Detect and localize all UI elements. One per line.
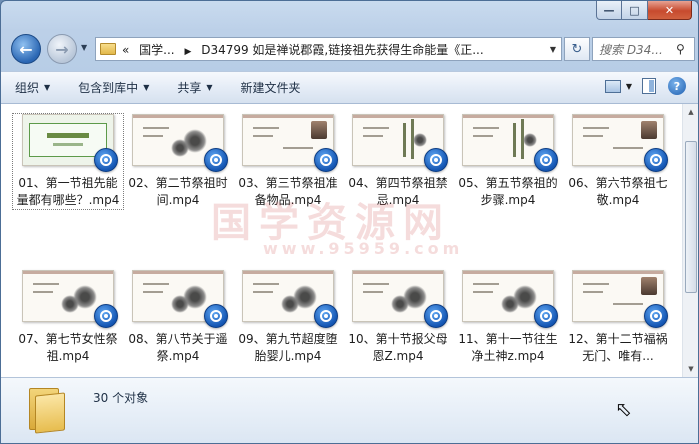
media-player-icon bbox=[314, 304, 338, 328]
file-thumbnail[interactable] bbox=[572, 114, 668, 172]
watermark-url: www.95959.com bbox=[263, 239, 464, 258]
file-item[interactable]: 02、第二节祭祖时间.mp4 bbox=[123, 114, 233, 209]
file-thumbnail[interactable] bbox=[352, 114, 448, 172]
close-button[interactable]: ✕ bbox=[648, 1, 692, 20]
file-name: 01、第一节祖先能量都有哪些？.mp4 bbox=[16, 176, 120, 207]
file-name: 09、第九节超度堕胎婴儿.mp4 bbox=[238, 332, 338, 363]
file-thumbnail[interactable] bbox=[22, 114, 118, 172]
media-player-icon bbox=[644, 304, 668, 328]
file-item[interactable]: 12、第十二节福祸无门、唯有... bbox=[563, 270, 673, 365]
share-label: 共享 bbox=[177, 81, 202, 95]
mouse-cursor-icon: ⬁ bbox=[615, 397, 632, 421]
breadcrumb-separator-icon[interactable]: ▶ bbox=[184, 47, 191, 57]
organize-menu[interactable]: 组织 ▼ bbox=[15, 79, 50, 96]
caption-buttons: — □ ✕ bbox=[596, 1, 692, 20]
media-player-icon bbox=[424, 304, 448, 328]
file-thumbnail[interactable] bbox=[22, 270, 118, 328]
view-controls: ▼ ? bbox=[604, 77, 686, 95]
folder-icon bbox=[100, 43, 116, 55]
file-name: 11、第十一节往生净土神z.mp4 bbox=[458, 332, 558, 363]
address-segment-current[interactable]: D34799 如是禅说郡霞,链接祖先获得生命能量《正... bbox=[201, 43, 484, 57]
back-arrow-icon[interactable]: ← bbox=[11, 34, 41, 64]
scrollbar-thumb[interactable] bbox=[685, 141, 697, 293]
address-bar[interactable]: « 国学... ▶ D34799 如是禅说郡霞,链接祖先获得生命能量《正... … bbox=[95, 37, 562, 61]
folder-icon bbox=[29, 388, 67, 434]
navigation-bar: ← → ▼ « 国学... ▶ D34799 如是禅说郡霞,链接祖先获得生命能量… bbox=[9, 31, 695, 67]
file-item[interactable]: 09、第九节超度堕胎婴儿.mp4 bbox=[233, 270, 343, 365]
file-name: 08、第八节关于遥祭.mp4 bbox=[128, 332, 228, 363]
file-thumbnail[interactable] bbox=[462, 114, 558, 172]
organize-label: 组织 bbox=[15, 81, 40, 95]
address-segment-root[interactable]: 国学... bbox=[139, 43, 174, 57]
search-placeholder: 搜索 D34... bbox=[599, 42, 663, 57]
include-in-library-menu[interactable]: 包含到库中 ▼ bbox=[78, 79, 149, 96]
forward-arrow-icon[interactable]: → bbox=[47, 34, 77, 64]
explorer-window: — □ ✕ ← → ▼ « 国学... ▶ D34799 如是禅说郡霞,链接祖先… bbox=[0, 0, 699, 444]
file-name: 04、第四节祭祖禁忌.mp4 bbox=[348, 176, 448, 207]
file-item[interactable]: 08、第八节关于遥祭.mp4 bbox=[123, 270, 233, 365]
file-item[interactable]: 05、第五节祭祖的步骤.mp4 bbox=[453, 114, 563, 209]
media-player-icon bbox=[424, 148, 448, 172]
file-item[interactable]: 10、第十节报父母恩Z.mp4 bbox=[343, 270, 453, 365]
share-menu[interactable]: 共享 ▼ bbox=[177, 79, 212, 96]
help-icon[interactable]: ? bbox=[668, 77, 686, 95]
file-thumbnail[interactable] bbox=[242, 114, 338, 172]
file-item[interactable]: 03、第三节祭祖准备物品.mp4 bbox=[233, 114, 343, 209]
file-name: 10、第十节报父母恩Z.mp4 bbox=[348, 332, 448, 363]
minimize-button[interactable]: — bbox=[596, 1, 622, 20]
media-player-icon bbox=[534, 304, 558, 328]
file-name: 02、第二节祭祖时间.mp4 bbox=[128, 176, 228, 207]
file-item[interactable]: 01、第一节祖先能量都有哪些？.mp4 bbox=[12, 113, 124, 210]
file-thumbnail[interactable] bbox=[132, 270, 228, 328]
file-name: 07、第七节女性祭祖.mp4 bbox=[18, 332, 118, 363]
media-player-icon bbox=[644, 148, 668, 172]
media-player-icon bbox=[94, 148, 118, 172]
file-thumbnail[interactable] bbox=[462, 270, 558, 328]
file-item[interactable]: 11、第十一节往生净土神z.mp4 bbox=[453, 270, 563, 365]
details-pane: 30 个对象 ⬁ bbox=[1, 377, 698, 443]
address-overflow[interactable]: « bbox=[122, 43, 129, 57]
file-thumbnail[interactable] bbox=[572, 270, 668, 328]
new-folder-label: 新建文件夹 bbox=[240, 81, 301, 95]
search-input[interactable]: 搜索 D34... ⚲ bbox=[592, 37, 695, 61]
file-name: 05、第五节祭祖的步骤.mp4 bbox=[458, 176, 558, 207]
file-name: 03、第三节祭祖准备物品.mp4 bbox=[238, 176, 338, 207]
view-options-chevron-icon[interactable]: ▼ bbox=[626, 82, 632, 91]
file-thumbnail[interactable] bbox=[132, 114, 228, 172]
item-count: 30 个对象 bbox=[93, 391, 149, 405]
address-path[interactable]: « 国学... ▶ D34799 如是禅说郡霞,链接祖先获得生命能量《正... bbox=[122, 41, 545, 58]
vertical-scrollbar[interactable]: ▲ ▼ bbox=[682, 104, 698, 377]
maximize-button[interactable]: □ bbox=[622, 1, 648, 20]
chevron-down-icon: ▼ bbox=[143, 83, 150, 92]
file-item[interactable]: 06、第六节祭祖七敬.mp4 bbox=[563, 114, 673, 209]
change-view-icon[interactable] bbox=[604, 79, 621, 93]
scroll-down-icon[interactable]: ▼ bbox=[683, 361, 698, 377]
media-player-icon bbox=[94, 304, 118, 328]
recent-pages-dropdown-icon[interactable]: ▼ bbox=[81, 43, 87, 52]
refresh-icon[interactable]: ↻ bbox=[564, 37, 590, 61]
command-bar: 组织 ▼ 包含到库中 ▼ 共享 ▼ 新建文件夹 ▼ ? bbox=[1, 71, 698, 104]
file-thumbnail[interactable] bbox=[242, 270, 338, 328]
media-player-icon bbox=[204, 304, 228, 328]
file-thumbnail[interactable] bbox=[352, 270, 448, 328]
preview-pane-icon[interactable] bbox=[642, 78, 656, 94]
file-item[interactable]: 04、第四节祭祖禁忌.mp4 bbox=[343, 114, 453, 209]
scroll-up-icon[interactable]: ▲ bbox=[683, 104, 698, 120]
media-player-icon bbox=[204, 148, 228, 172]
media-player-icon bbox=[314, 148, 338, 172]
address-dropdown-icon[interactable]: ▼ bbox=[545, 45, 561, 54]
chevron-down-icon: ▼ bbox=[206, 83, 213, 92]
include-in-library-label: 包含到库中 bbox=[78, 81, 139, 95]
file-name: 12、第十二节福祸无门、唯有... bbox=[568, 332, 668, 363]
file-item[interactable]: 07、第七节女性祭祖.mp4 bbox=[13, 270, 123, 365]
file-name: 06、第六节祭祖七敬.mp4 bbox=[568, 176, 668, 207]
file-list[interactable]: 01、第一节祖先能量都有哪些？.mp4 02、第二节祭祖时间.mp4 03、第三节祭… bbox=[1, 104, 682, 377]
media-player-icon bbox=[534, 148, 558, 172]
new-folder-button[interactable]: 新建文件夹 bbox=[241, 79, 301, 96]
search-icon[interactable]: ⚲ bbox=[676, 42, 694, 56]
chevron-down-icon: ▼ bbox=[44, 83, 51, 92]
